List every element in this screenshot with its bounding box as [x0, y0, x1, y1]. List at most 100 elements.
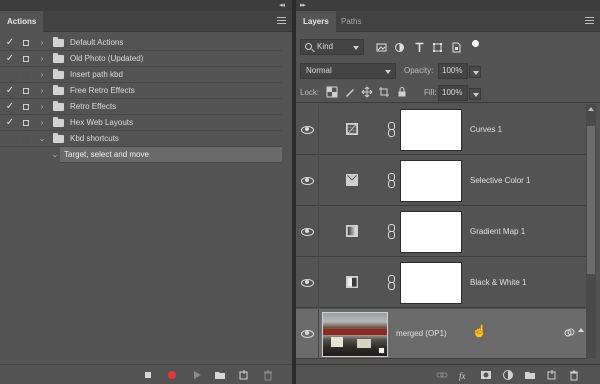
filter-toggle-icon[interactable]: [470, 38, 481, 49]
mask-link-icon[interactable]: [387, 224, 395, 239]
delete-icon[interactable]: [262, 369, 274, 381]
layer-name[interactable]: Gradient Map 1: [470, 207, 525, 257]
visibility-eye-icon[interactable]: [300, 276, 314, 288]
lock-all-icon[interactable]: [396, 86, 408, 98]
record-icon[interactable]: [166, 369, 178, 381]
toggle-dialog-box[interactable]: [20, 101, 32, 113]
chevron-right-icon[interactable]: ›: [37, 36, 47, 50]
lock-transparent-pixels-icon[interactable]: [326, 86, 338, 98]
panel-menu-icon[interactable]: [585, 17, 594, 25]
toggle-item-checkbox[interactable]: [4, 69, 16, 81]
toggle-dialog-box[interactable]: [20, 117, 32, 129]
smart-filter-icon[interactable]: [564, 327, 575, 338]
mask-link-icon[interactable]: [387, 173, 395, 188]
toggle-item-checkbox[interactable]: ✓: [4, 37, 16, 49]
panel-menu-icon[interactable]: [277, 17, 286, 25]
adjustment-filter-icon[interactable]: [394, 42, 405, 53]
toggle-item-checkbox[interactable]: ✓: [4, 101, 16, 113]
lock-position-icon[interactable]: [361, 86, 373, 98]
visibility-eye-icon[interactable]: [300, 123, 314, 135]
smart-object-filter-icon[interactable]: [451, 42, 462, 53]
toggle-item-checkbox[interactable]: ✓: [4, 85, 16, 97]
scroll-up-icon[interactable]: [588, 107, 594, 111]
chevron-down-icon[interactable]: ⌄: [50, 148, 60, 162]
type-filter-icon[interactable]: [414, 42, 425, 53]
action-set-row[interactable]: ✓ › Retro Effects: [0, 99, 282, 115]
toggle-item-checkbox[interactable]: ✓: [4, 53, 16, 65]
toggle-dialog-box[interactable]: [20, 133, 32, 145]
expand-panels-icon[interactable]: ▸▸: [300, 1, 306, 9]
layer-name[interactable]: Black & White 1: [470, 258, 526, 308]
mask-link-icon[interactable]: [387, 275, 395, 290]
collapse-panels-icon[interactable]: ◂◂: [279, 1, 285, 9]
new-action-icon[interactable]: [238, 369, 250, 381]
toggle-dialog-box[interactable]: [20, 37, 32, 49]
action-set-row[interactable]: ✓ › Hex Web Layouts: [0, 115, 282, 131]
action-set-row[interactable]: ✓ › Old Photo (Updated): [0, 51, 282, 67]
action-set-row[interactable]: ⌄ Kbd shortcuts: [0, 131, 282, 147]
tab-actions[interactable]: Actions: [0, 11, 44, 32]
layer-mask-thumbnail[interactable]: [400, 211, 462, 253]
lock-image-pixels-icon[interactable]: [344, 86, 356, 98]
link-icon[interactable]: [436, 369, 448, 381]
layer-row-selected[interactable]: merged (OP1): [296, 309, 586, 359]
toggle-dialog-box[interactable]: [20, 85, 32, 97]
shape-filter-icon[interactable]: [432, 42, 443, 53]
toggle-dialog-box[interactable]: [20, 53, 32, 65]
layer-name[interactable]: Selective Color 1: [470, 156, 530, 206]
chevron-right-icon[interactable]: ›: [37, 52, 47, 66]
tab-layers[interactable]: Layers: [296, 11, 336, 32]
group-icon[interactable]: [524, 369, 536, 381]
opacity-dropdown-button[interactable]: [469, 66, 481, 78]
play-icon[interactable]: [191, 369, 203, 381]
new-set-icon[interactable]: [214, 369, 226, 381]
visibility-eye-icon[interactable]: [300, 327, 314, 339]
mask-link-icon[interactable]: [387, 122, 395, 137]
tab-paths[interactable]: Paths: [334, 11, 368, 32]
gradient-map-icon[interactable]: [346, 225, 358, 237]
fill-dropdown-button[interactable]: [469, 88, 481, 100]
fill-field[interactable]: 100%: [438, 85, 481, 101]
adjustment-layer-icon[interactable]: [502, 369, 514, 381]
chevron-right-icon[interactable]: ›: [37, 84, 47, 98]
kind-filter-select[interactable]: Kind: [300, 39, 364, 55]
collapse-effects-icon[interactable]: [578, 328, 584, 332]
toggle-item-checkbox[interactable]: ✓: [4, 117, 16, 129]
lock-artboard-icon[interactable]: [378, 86, 390, 98]
fx-icon[interactable]: fx: [458, 369, 470, 381]
new-layer-icon[interactable]: [546, 369, 558, 381]
chevron-right-icon[interactable]: ›: [37, 68, 47, 82]
chevron-right-icon[interactable]: ›: [37, 116, 47, 130]
layer-name[interactable]: merged (OP1): [396, 309, 447, 359]
delete-icon[interactable]: [568, 369, 580, 381]
action-set-row[interactable]: › Insert path kbd: [0, 67, 282, 83]
layers-scrollbar[interactable]: [586, 104, 596, 358]
action-set-row[interactable]: ✓ › Default Actions: [0, 35, 282, 51]
add-mask-icon[interactable]: [480, 369, 492, 381]
stop-icon[interactable]: [142, 369, 154, 381]
layer-row[interactable]: Curves 1: [296, 105, 586, 155]
layer-thumbnail[interactable]: [322, 312, 388, 357]
blend-mode-select[interactable]: Normal: [300, 63, 396, 79]
toggle-dialog-box[interactable]: [20, 69, 32, 81]
layer-mask-thumbnail[interactable]: [400, 262, 462, 304]
black-white-icon[interactable]: [346, 276, 358, 288]
action-row[interactable]: ⌄ Target, select and move: [52, 147, 282, 163]
layer-row[interactable]: Gradient Map 1: [296, 207, 586, 257]
image-filter-icon[interactable]: [376, 42, 387, 53]
layer-mask-thumbnail[interactable]: [400, 109, 462, 151]
curves-icon[interactable]: [346, 123, 358, 135]
opacity-field[interactable]: 100%: [438, 63, 481, 79]
layer-row[interactable]: Black & White 1: [296, 258, 586, 308]
scrollbar-thumb[interactable]: [587, 126, 595, 274]
layer-name[interactable]: Curves 1: [470, 105, 502, 155]
action-set-row[interactable]: ✓ › Free Retro Effects: [0, 83, 282, 99]
selective-color-icon[interactable]: [346, 174, 358, 186]
layer-row[interactable]: Selective Color 1: [296, 156, 586, 206]
layer-mask-thumbnail[interactable]: [400, 160, 462, 202]
chevron-down-icon[interactable]: ⌄: [37, 132, 47, 146]
visibility-eye-icon[interactable]: [300, 174, 314, 186]
visibility-eye-icon[interactable]: [300, 225, 314, 237]
toggle-item-checkbox[interactable]: [4, 133, 16, 145]
chevron-right-icon[interactable]: ›: [37, 100, 47, 114]
